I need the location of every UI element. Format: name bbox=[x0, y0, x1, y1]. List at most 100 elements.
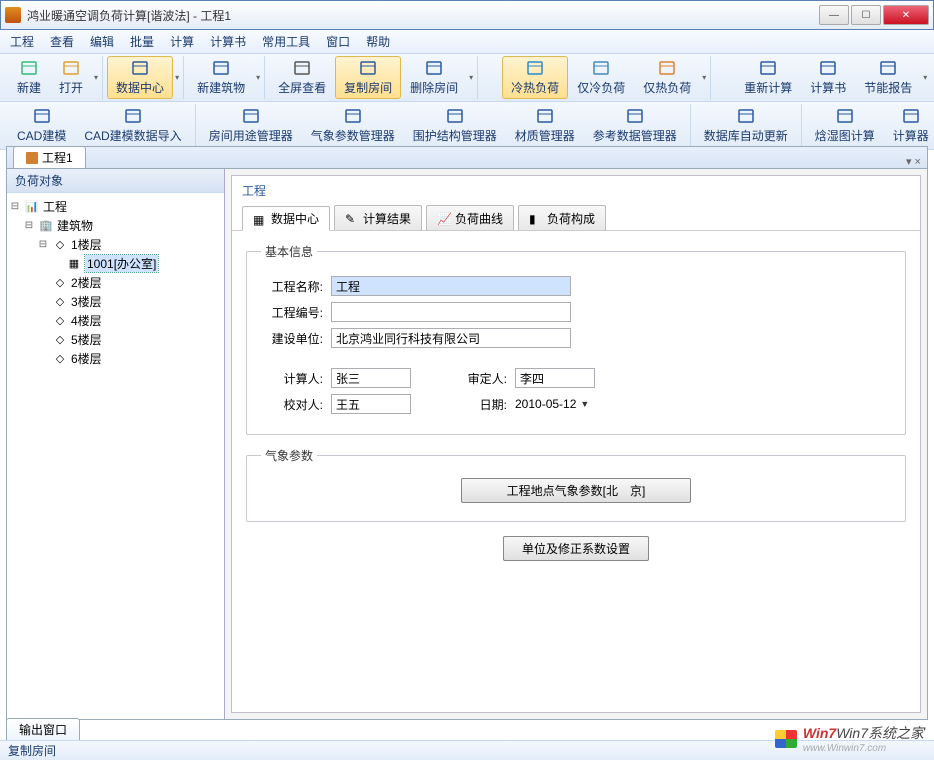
statusbar: 复制房间 bbox=[0, 740, 934, 760]
subtab-icon: 📈 bbox=[437, 212, 451, 224]
room-use-mgr-button[interactable]: 房间用途管理器 bbox=[200, 104, 302, 147]
document-tab-project1[interactable]: 工程1 bbox=[13, 146, 86, 168]
menu-常用工具[interactable]: 常用工具 bbox=[262, 33, 310, 50]
expand-icon[interactable]: ⊟ bbox=[37, 239, 49, 250]
form-title: 工程 bbox=[232, 176, 920, 205]
meteo-mgr-label: 气象参数管理器 bbox=[311, 127, 395, 144]
minimize-button[interactable]: — bbox=[819, 5, 849, 25]
envelope-mgr-label: 围护结构管理器 bbox=[413, 127, 497, 144]
data-center-button[interactable]: 数据中心 bbox=[107, 56, 173, 99]
tree-node-floor[interactable]: ◇5楼层 bbox=[9, 330, 222, 349]
copy-room-icon bbox=[359, 59, 377, 77]
calc-book-button[interactable]: 计算书 bbox=[801, 56, 855, 99]
tree-node-floor[interactable]: ◇3楼层 bbox=[9, 292, 222, 311]
new-button[interactable]: 新建 bbox=[8, 56, 50, 99]
envelope-mgr-button[interactable]: 围护结构管理器 bbox=[404, 104, 506, 147]
floor-icon: ◇ bbox=[52, 276, 68, 290]
close-button[interactable]: ✕ bbox=[883, 5, 929, 25]
expand-icon[interactable]: ⊟ bbox=[23, 220, 35, 231]
project-icon: 📊 bbox=[24, 200, 40, 214]
input-proj-name[interactable] bbox=[331, 276, 571, 296]
recalc-icon bbox=[759, 59, 777, 77]
meteo-params-button[interactable]: 工程地点气象参数[北 京] bbox=[461, 478, 691, 503]
fullscreen-button[interactable]: 全屏查看 bbox=[269, 56, 335, 99]
tree-node-project[interactable]: ⊟ 📊 工程 bbox=[9, 197, 222, 216]
copy-room-button[interactable]: 复制房间 bbox=[335, 56, 401, 99]
psychro-label: 焓湿图计算 bbox=[815, 127, 875, 144]
db-update-label: 数据库自动更新 bbox=[704, 127, 788, 144]
tree-node-floor[interactable]: ◇2楼层 bbox=[9, 273, 222, 292]
maximize-button[interactable]: ☐ bbox=[851, 5, 881, 25]
menu-查看[interactable]: 查看 bbox=[50, 33, 74, 50]
input-check-by[interactable] bbox=[331, 394, 411, 414]
output-window-tab[interactable]: 输出窗口 bbox=[6, 718, 80, 740]
calculator-button[interactable]: 计算器 bbox=[884, 104, 934, 147]
menu-工程[interactable]: 工程 bbox=[10, 33, 34, 50]
refdata-mgr-button[interactable]: 参考数据管理器 bbox=[584, 104, 686, 147]
input-proj-no[interactable] bbox=[331, 302, 571, 322]
document-tab-menu[interactable]: ▾ × bbox=[900, 155, 927, 168]
heat-only-icon bbox=[658, 59, 676, 77]
material-mgr-button[interactable]: 材质管理器 bbox=[506, 104, 584, 147]
unit-correction-button[interactable]: 单位及修正系数设置 bbox=[503, 536, 649, 561]
material-mgr-icon bbox=[536, 107, 554, 125]
tree-node-building[interactable]: ⊟ 🏢 建筑物 bbox=[9, 216, 222, 235]
new-label: 新建 bbox=[17, 79, 41, 96]
group-dropdown-icon[interactable]: ▾ bbox=[923, 73, 927, 82]
chevron-down-icon[interactable]: ▼ bbox=[580, 399, 589, 409]
tree-node-floor1[interactable]: ⊟ ◇ 1楼层 bbox=[9, 235, 222, 254]
menu-计算书[interactable]: 计算书 bbox=[210, 33, 246, 50]
delete-room-icon bbox=[425, 59, 443, 77]
input-calc-by[interactable] bbox=[331, 368, 411, 388]
group-dropdown-icon[interactable]: ▾ bbox=[256, 73, 260, 82]
label-check-by: 校对人: bbox=[261, 396, 323, 413]
cool-heat-load-icon bbox=[526, 59, 544, 77]
input-builder[interactable] bbox=[331, 328, 571, 348]
db-update-button[interactable]: 数据库自动更新 bbox=[695, 104, 797, 147]
meteo-group: 气象参数 工程地点气象参数[北 京] bbox=[246, 447, 906, 522]
tree[interactable]: ⊟ 📊 工程 ⊟ 🏢 建筑物 ⊟ ◇ 1楼层 ▦ 1001[办公 bbox=[7, 193, 224, 719]
meteo-mgr-button[interactable]: 气象参数管理器 bbox=[302, 104, 404, 147]
app-icon bbox=[5, 7, 21, 23]
cad-import-button[interactable]: CAD建模数据导入 bbox=[75, 104, 190, 147]
menu-帮助[interactable]: 帮助 bbox=[366, 33, 390, 50]
tree-node-floor[interactable]: ◇4楼层 bbox=[9, 311, 222, 330]
delete-room-button[interactable]: 删除房间 bbox=[401, 56, 467, 99]
cool-heat-load-button[interactable]: 冷热负荷 bbox=[502, 56, 568, 99]
subtab-3[interactable]: ▮负荷构成 bbox=[518, 205, 606, 230]
group-dropdown-icon[interactable]: ▾ bbox=[469, 73, 473, 82]
floor-icon: ◇ bbox=[52, 333, 68, 347]
menu-计算[interactable]: 计算 bbox=[170, 33, 194, 50]
tree-node-room-1001[interactable]: ▦ 1001[办公室] bbox=[9, 254, 222, 273]
open-button[interactable]: 打开 bbox=[50, 56, 92, 99]
subtab-label: 负荷构成 bbox=[547, 210, 595, 227]
menubar: 工程查看编辑批量计算计算书常用工具窗口帮助 bbox=[0, 30, 934, 54]
psychro-button[interactable]: 焓湿图计算 bbox=[806, 104, 884, 147]
menu-编辑[interactable]: 编辑 bbox=[90, 33, 114, 50]
heat-only-button[interactable]: 仅热负荷 bbox=[634, 56, 700, 99]
cad-model-button[interactable]: CAD建模 bbox=[8, 104, 75, 147]
input-review-by[interactable] bbox=[515, 368, 595, 388]
subtab-1[interactable]: ✎计算结果 bbox=[334, 205, 422, 230]
subtab-2[interactable]: 📈负荷曲线 bbox=[426, 205, 514, 230]
toolbar-secondary: CAD建模CAD建模数据导入房间用途管理器气象参数管理器 围护结构管理器材质管理器… bbox=[0, 102, 934, 150]
data-center-icon bbox=[131, 59, 149, 77]
group-dropdown-icon[interactable]: ▾ bbox=[702, 73, 706, 82]
energy-report-label: 节能报告 bbox=[864, 79, 912, 96]
new-building-button[interactable]: 新建筑物 bbox=[188, 56, 254, 99]
menu-批量[interactable]: 批量 bbox=[130, 33, 154, 50]
open-label: 打开 bbox=[59, 79, 83, 96]
subtab-icon: ▦ bbox=[253, 213, 267, 225]
input-date[interactable]: 2010-05-12 ▼ bbox=[515, 397, 589, 411]
energy-report-button[interactable]: 节能报告 bbox=[855, 56, 921, 99]
group-dropdown-icon[interactable]: ▾ bbox=[175, 73, 179, 82]
group-dropdown-icon[interactable]: ▾ bbox=[94, 73, 98, 82]
tree-node-floor[interactable]: ◇6楼层 bbox=[9, 349, 222, 368]
cool-only-button[interactable]: 仅冷负荷 bbox=[568, 56, 634, 99]
recalc-button[interactable]: 重新计算 bbox=[735, 56, 801, 99]
menu-窗口[interactable]: 窗口 bbox=[326, 33, 350, 50]
form-subtabs: ▦数据中心✎计算结果📈负荷曲线▮负荷构成 bbox=[232, 205, 920, 231]
expand-icon[interactable]: ⊟ bbox=[9, 201, 21, 212]
subtab-0[interactable]: ▦数据中心 bbox=[242, 206, 330, 231]
cad-import-icon bbox=[124, 107, 142, 125]
